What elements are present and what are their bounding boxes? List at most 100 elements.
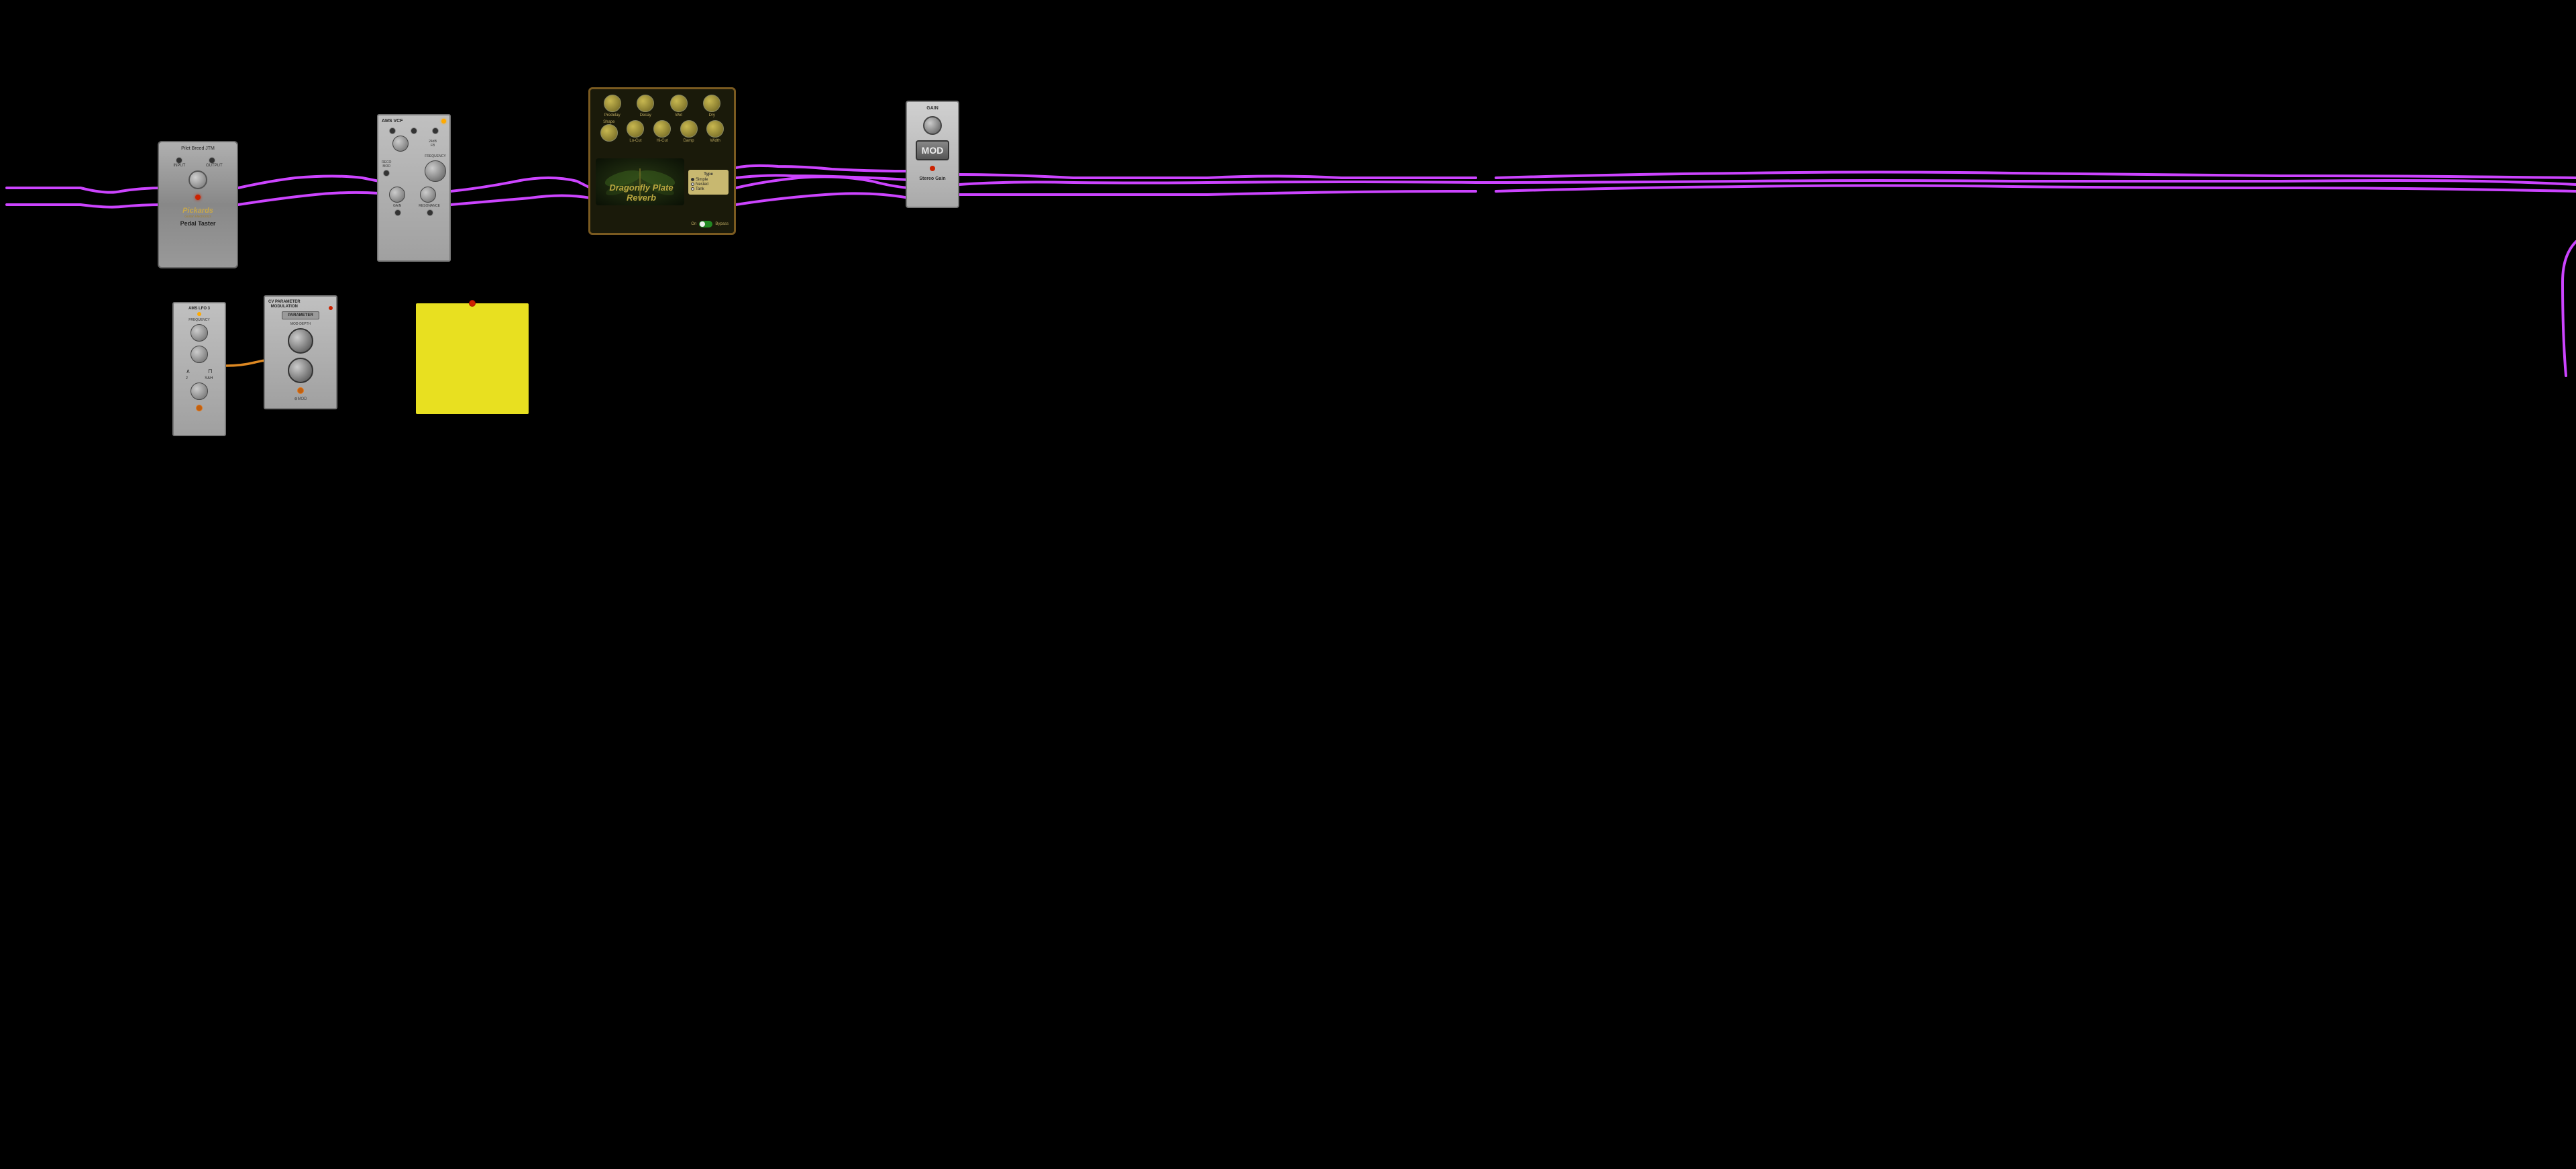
vcf-title: AMS VCF bbox=[382, 119, 403, 123]
stereo-gain-knob[interactable] bbox=[923, 116, 942, 135]
cv-param-knob-1[interactable] bbox=[288, 328, 313, 354]
dragonfly-width-group: Width bbox=[706, 120, 724, 143]
dragonfly-locut-label: Lo-Cut bbox=[629, 139, 641, 143]
vcf-port-2[interactable] bbox=[411, 128, 417, 134]
cv-param-moddepth-label: MOD-DEPTH bbox=[290, 322, 311, 326]
vcf-res-group: RESONANCE bbox=[419, 185, 440, 208]
ams-lfo-output-port[interactable] bbox=[196, 405, 203, 411]
vcf-freq-row: RECO MOD FREQUENCY bbox=[382, 154, 446, 184]
dragonfly-predelay-knob[interactable] bbox=[604, 95, 621, 112]
pedal-taster-knob[interactable] bbox=[189, 170, 207, 189]
stereo-gain-plugin: GAIN MOD Stereo Gain bbox=[906, 101, 959, 208]
ams-lfo-knob-2[interactable] bbox=[191, 346, 208, 363]
ams-lfo-port-row bbox=[193, 405, 205, 411]
dragonfly-nested-label: Nested bbox=[696, 183, 708, 187]
dragonfly-predelay-group: Predelay bbox=[604, 95, 621, 117]
pedal-taster-name: Pedal Taster bbox=[180, 220, 216, 227]
stereo-gain-mod-button[interactable]: MOD bbox=[916, 140, 949, 160]
vcf-gain-knob[interactable] bbox=[389, 187, 405, 203]
vcf-led bbox=[441, 119, 446, 123]
dragonfly-damp-label: Damp bbox=[684, 139, 694, 143]
vcf-reco-port[interactable] bbox=[383, 170, 390, 176]
cv-param-knob-2[interactable] bbox=[288, 358, 313, 383]
vcf-knob1-label-group: 24dB FB bbox=[429, 140, 437, 148]
ams-lfo-knob-1[interactable] bbox=[191, 324, 208, 342]
ams-lfo-title: AMS LFO 3 bbox=[189, 307, 210, 311]
dragonfly-shape-knob[interactable] bbox=[600, 124, 618, 142]
vcf-mod-label: MOD bbox=[382, 164, 391, 168]
ams-lfo-label-2: 2 bbox=[186, 376, 188, 380]
dragonfly-knobs-top: Predelay Decay Wet Dry bbox=[596, 95, 729, 117]
dragonfly-width-knob[interactable] bbox=[706, 120, 724, 138]
dragonfly-bottom: On Bypass bbox=[596, 221, 729, 227]
dragonfly-radio-tank bbox=[691, 187, 694, 191]
stereo-gain-label: GAIN bbox=[926, 106, 938, 111]
vcf-knob-row-1: 24dB FB bbox=[382, 134, 446, 153]
dragonfly-decay-knob[interactable] bbox=[637, 95, 654, 112]
pedal-taster-input-group: INPUT bbox=[173, 157, 185, 168]
dragonfly-bypass-label: Bypass bbox=[715, 222, 729, 226]
dragonfly-width-label: Width bbox=[710, 139, 720, 143]
dragonfly-type-nested[interactable]: Nested bbox=[691, 183, 726, 187]
ams-lfo-knob-3[interactable] bbox=[191, 383, 208, 400]
dragonfly-dry-group: Dry bbox=[703, 95, 720, 117]
vcf-freq-group: FREQUENCY bbox=[425, 154, 446, 184]
dragonfly-hicut-knob[interactable] bbox=[653, 120, 671, 138]
ams-lfo-freq-label: FREQUENCY bbox=[189, 318, 209, 322]
pedal-taster-output-group: OUTPUT bbox=[206, 157, 223, 168]
ams-lfo-label-row: 2 S&H bbox=[177, 376, 221, 380]
dragonfly-simple-label: Simple bbox=[696, 178, 708, 182]
vcf-port-5[interactable] bbox=[427, 209, 433, 216]
dragonfly-locut-knob[interactable] bbox=[627, 120, 644, 138]
vcf-port-4[interactable] bbox=[394, 209, 401, 216]
ams-vcf-plugin: AMS VCF 24dB FB RECO MOD FREQUENCY GAIN bbox=[377, 114, 451, 262]
vcf-knob-1[interactable] bbox=[392, 136, 409, 152]
vcf-res-knob[interactable] bbox=[420, 187, 436, 203]
cv-param-mod-logo: ⊕MOD bbox=[294, 397, 307, 401]
dragonfly-hicut-group: Hi-Cut bbox=[653, 120, 671, 143]
stereo-gain-mod-label: MOD bbox=[922, 145, 944, 156]
dragonfly-tank-label: Tank bbox=[696, 187, 704, 191]
cv-param-button[interactable]: PARAMETER bbox=[282, 311, 319, 319]
dragonfly-type-simple[interactable]: Simple bbox=[691, 178, 726, 182]
dragonfly-wet-knob[interactable] bbox=[670, 95, 688, 112]
cv-param-plugin: CV PARAMETERMODULATION PARAMETER MOD-DEP… bbox=[264, 295, 337, 409]
dragonfly-knobs-mid: Shape Lo-Cut Hi-Cut Damp Width bbox=[596, 120, 729, 143]
vcf-port-1[interactable] bbox=[389, 128, 396, 134]
dragonfly-radio-simple bbox=[691, 178, 694, 181]
dragonfly-decay-label: Decay bbox=[640, 113, 651, 117]
pedal-taster-led bbox=[195, 195, 201, 200]
stereo-gain-name: Stereo Gain bbox=[919, 176, 945, 181]
stereo-gain-led bbox=[930, 166, 935, 171]
vcf-gain-group: GAIN bbox=[388, 185, 407, 208]
dragonfly-body: Dragonfly Plate Reverb Type Simple Neste… bbox=[596, 146, 729, 218]
dragonfly-type-panel: Type Simple Nested Tank bbox=[688, 170, 729, 195]
cv-param-input-port[interactable] bbox=[297, 387, 304, 394]
vcf-port-row-bottom bbox=[382, 209, 446, 216]
dragonfly-toggle[interactable] bbox=[699, 221, 712, 227]
dragonfly-type-tank[interactable]: Tank bbox=[691, 187, 726, 191]
dragonfly-artwork: Dragonfly Plate Reverb bbox=[596, 158, 684, 205]
pedal-taster-header-label: Pilet Breed JTM bbox=[181, 146, 215, 152]
vcf-reco-group: RECO MOD bbox=[382, 160, 391, 178]
dragonfly-dry-label: Dry bbox=[709, 113, 715, 117]
pedal-taster-brand-sub: Guitar Electronics bbox=[184, 215, 211, 219]
pedal-taster-output-label: OUTPUT bbox=[206, 164, 223, 168]
vcf-freq-label: FREQUENCY bbox=[425, 154, 446, 158]
pedal-taster-input-port[interactable] bbox=[176, 157, 182, 164]
dragonfly-wet-group: Wet bbox=[670, 95, 688, 117]
pedal-taster-plugin: Pilet Breed JTM INPUT OUTPUT Pickards Gu… bbox=[158, 141, 238, 268]
dragonfly-damp-knob[interactable] bbox=[680, 120, 698, 138]
vcf-freq-knob[interactable] bbox=[425, 160, 446, 182]
ams-lfo-label-sh: S&H bbox=[205, 376, 213, 380]
sticky-note[interactable] bbox=[416, 303, 529, 414]
dragonfly-dry-knob[interactable] bbox=[703, 95, 720, 112]
ams-lfo-led bbox=[197, 312, 201, 316]
cv-param-header: CV PARAMETERMODULATION bbox=[268, 300, 333, 311]
dragonfly-decay-group: Decay bbox=[637, 95, 654, 117]
vcf-port-3[interactable] bbox=[432, 128, 439, 134]
ams-lfo-plugin: AMS LFO 3 FREQUENCY ∧ ⊓ 2 S&H bbox=[172, 302, 226, 436]
ams-lfo-wave-square: ⊓ bbox=[208, 368, 213, 375]
pedal-taster-output-port[interactable] bbox=[209, 157, 215, 164]
dragonfly-predelay-label: Predelay bbox=[604, 113, 621, 117]
